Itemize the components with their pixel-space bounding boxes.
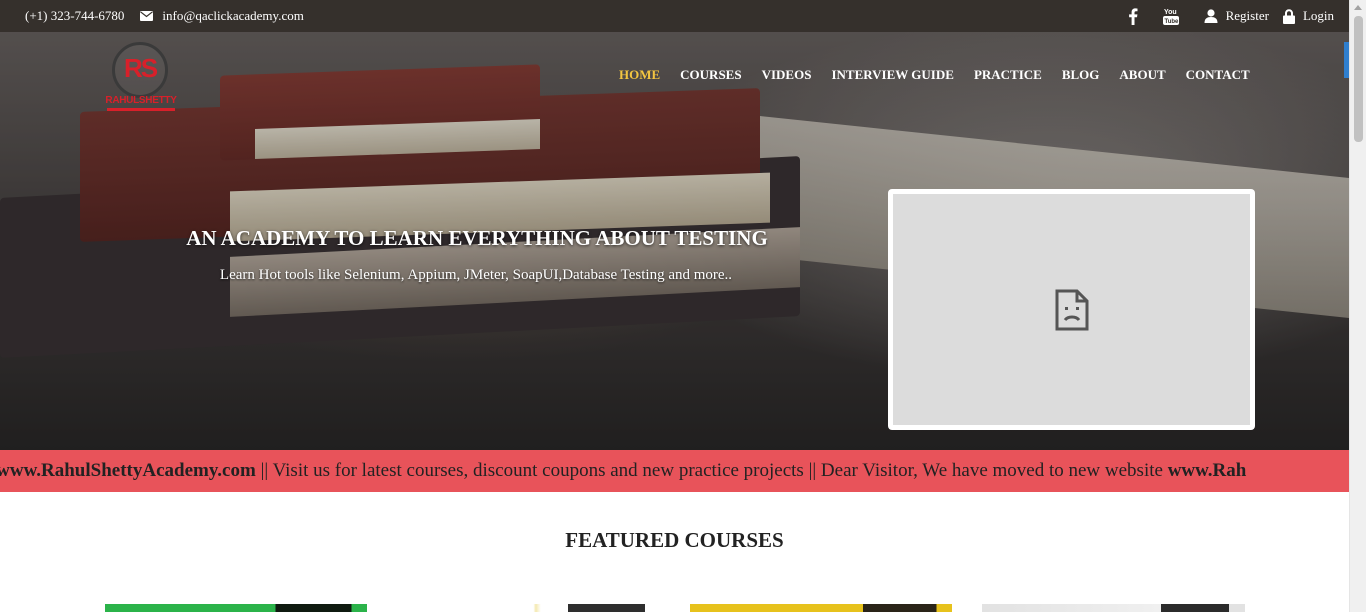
user-icon <box>1204 9 1218 23</box>
announcement-ticker: site www.RahulShettyAcademy.com || Visit… <box>0 450 1349 492</box>
ticker-site-link-2[interactable]: www.Rah <box>1168 460 1247 481</box>
video-embed[interactable] <box>888 189 1255 430</box>
phone-number: (+1) 323-744-6780 <box>25 8 125 23</box>
nav-item-interview-guide[interactable]: INTERVIEW GUIDE <box>831 67 953 83</box>
facebook-link[interactable] <box>1122 5 1144 27</box>
login-link[interactable]: Login <box>1282 8 1334 24</box>
nav-item-blog[interactable]: BLOG <box>1062 67 1100 83</box>
main-nav: HOME COURSES VIDEOS INTERVIEW GUIDE PRAC… <box>619 67 1270 83</box>
nav-item-courses[interactable]: COURSES <box>680 67 741 83</box>
nav-item-home[interactable]: HOME <box>619 67 660 83</box>
svg-text:You: You <box>1164 9 1177 16</box>
site-logo[interactable]: RS RAHULSHETTY <box>104 42 178 114</box>
nav-item-videos[interactable]: VIDEOS <box>762 67 812 83</box>
hero-title-text: AN ACADEMY TO LEARN EVERYTHING ABOUT TES… <box>186 226 768 250</box>
email-link[interactable]: info@qaclickacademy.com <box>140 8 304 24</box>
login-label: Login <box>1302 8 1334 23</box>
logo-monogram: RS <box>123 53 158 83</box>
page-scrollbar[interactable] <box>1349 0 1366 612</box>
contact-info: (+1) 323-744-6780 info@qaclickacademy.co… <box>25 8 304 24</box>
ticker-part-2: || Visit us for latest courses, discount… <box>255 460 1168 481</box>
broken-document-icon <box>1055 289 1088 330</box>
video-placeholder <box>893 194 1250 425</box>
hero-title: AN ACADEMY TO LEARN EVERYTHING ABOUT TES… <box>0 226 954 251</box>
nav-item-about[interactable]: ABOUT <box>1119 67 1165 83</box>
scroll-up-arrow-icon[interactable] <box>1354 5 1362 10</box>
lock-icon <box>1282 8 1295 24</box>
hero-subtitle: Learn Hot tools like Selenium, Appium, J… <box>219 267 733 283</box>
ticker-text: site www.RahulShettyAcademy.com || Visit… <box>0 450 1246 492</box>
course-card[interactable] <box>105 604 367 612</box>
course-card[interactable] <box>690 604 952 612</box>
facebook-icon <box>1128 7 1138 25</box>
logo-underline <box>107 108 175 111</box>
youtube-icon: You Tube <box>1162 9 1179 25</box>
envelope-icon <box>140 11 154 21</box>
youtube-link[interactable]: You Tube <box>1160 5 1182 27</box>
top-bar: (+1) 323-744-6780 info@qaclickacademy.co… <box>0 0 1349 32</box>
course-card[interactable] <box>982 604 1245 612</box>
register-link[interactable]: Register <box>1204 8 1269 24</box>
nav-item-practice[interactable]: PRACTICE <box>974 67 1042 83</box>
scrollbar-thumb[interactable] <box>1354 16 1363 142</box>
course-card[interactable] <box>397 604 645 612</box>
featured-courses-heading: FEATURED COURSES <box>565 528 784 552</box>
account-links: You Tube Register Login <box>1122 5 1334 27</box>
email-address: info@qaclickacademy.com <box>162 8 304 23</box>
register-label: Register <box>1225 8 1269 23</box>
logo-name: RAHULSHETTY <box>105 95 177 106</box>
svg-text:Tube: Tube <box>1164 19 1179 25</box>
course-cards <box>0 604 1349 612</box>
nav-item-contact[interactable]: CONTACT <box>1186 67 1250 83</box>
ticker-site-link[interactable]: www.RahulShettyAcademy.com <box>0 460 256 481</box>
